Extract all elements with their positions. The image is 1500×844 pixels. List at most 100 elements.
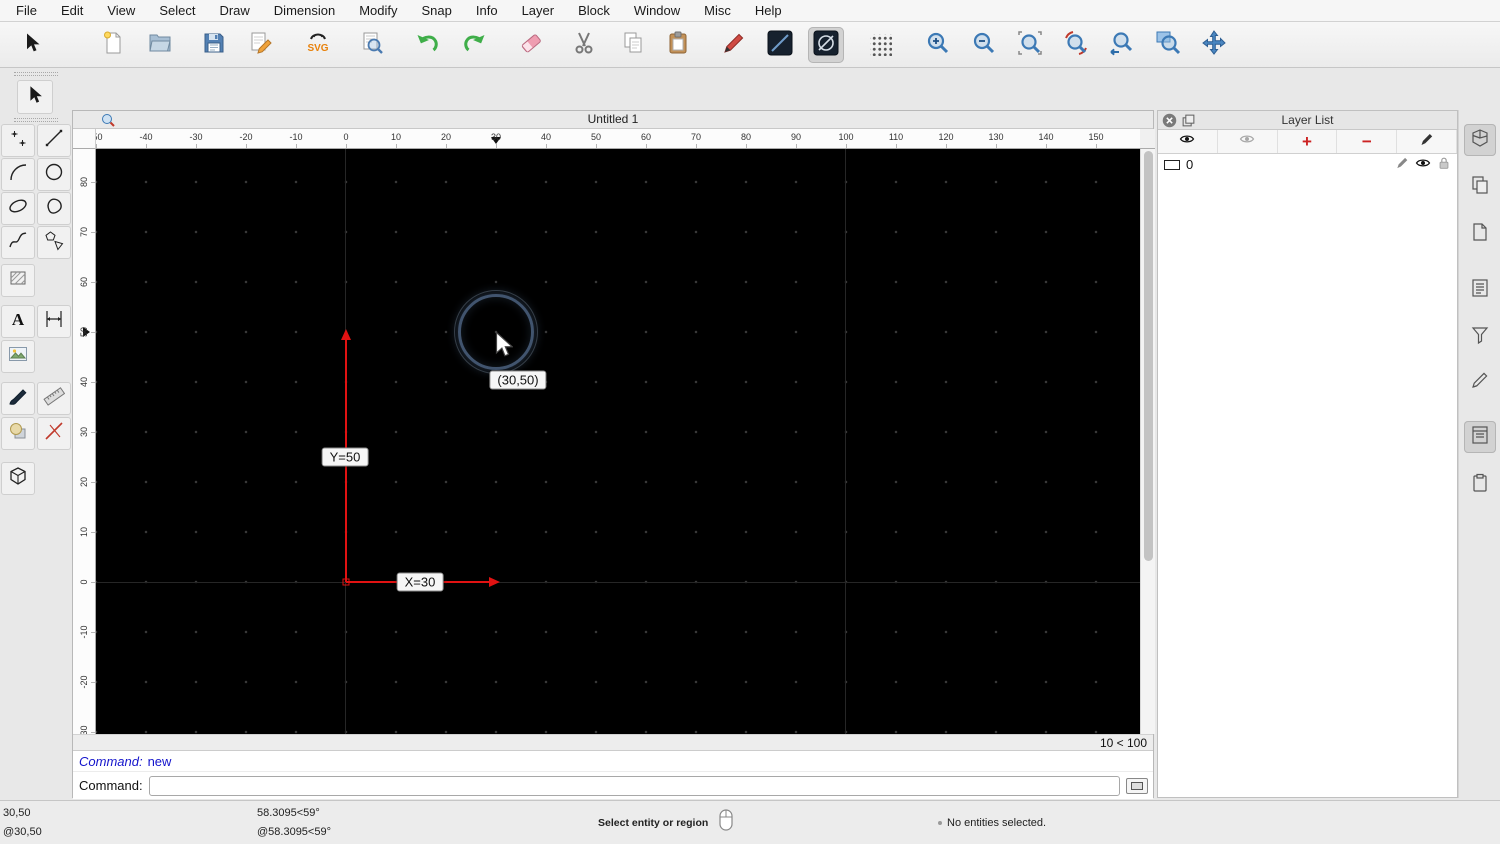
clipboard-panel-toggle[interactable]: [1464, 469, 1496, 501]
modify-layer-button[interactable]: [1397, 130, 1457, 153]
order-tool[interactable]: [1, 417, 35, 450]
layer-lock-icon[interactable]: [1437, 156, 1451, 173]
select-tool-button[interactable]: [14, 27, 50, 63]
menu-item-view[interactable]: View: [107, 0, 147, 21]
circle-tool-palette[interactable]: [37, 158, 71, 191]
polyline-icon: [7, 229, 29, 256]
palette-drag-handle[interactable]: [14, 118, 58, 122]
measure-tool[interactable]: [37, 382, 71, 415]
mouse-icon: [718, 808, 734, 835]
document-titlebar[interactable]: Untitled 1: [73, 111, 1153, 129]
spline-icon: [43, 195, 65, 222]
zoom-redraw-button[interactable]: [1058, 27, 1094, 63]
solid-box-tool[interactable]: [1, 462, 35, 495]
text-tool[interactable]: A: [1, 305, 35, 338]
library-browser-toggle[interactable]: [1464, 171, 1496, 203]
ellipse-tool[interactable]: [1, 192, 35, 225]
command-widget-toggle[interactable]: [1464, 421, 1496, 453]
undo-icon: [414, 29, 442, 62]
menu-item-edit[interactable]: Edit: [61, 0, 95, 21]
line-attributes-button[interactable]: [762, 27, 798, 63]
arc-tool[interactable]: [1, 158, 35, 191]
layer-visibility-eye-icon[interactable]: [1415, 155, 1431, 174]
pen-settings-icon: [1469, 369, 1491, 396]
image-tool[interactable]: [1, 340, 35, 373]
grid-toggle-button[interactable]: [863, 27, 899, 63]
dimension-tool[interactable]: [37, 305, 71, 338]
hatch-tool[interactable]: [1, 264, 35, 297]
layer-row[interactable]: 0: [1158, 154, 1457, 175]
zoom-out-button[interactable]: [966, 27, 1002, 63]
menu-item-misc[interactable]: Misc: [704, 0, 743, 21]
save-button[interactable]: [196, 27, 232, 63]
pen-palette-toggle[interactable]: [1464, 366, 1496, 398]
zoom-window-button[interactable]: [1150, 27, 1186, 63]
line-tool[interactable]: [37, 124, 71, 157]
pen-button[interactable]: [716, 27, 752, 63]
vertical-scrollbar-thumb[interactable]: [1144, 151, 1153, 561]
horizontal-scrollbar[interactable]: 10 < 100: [73, 734, 1153, 750]
attributes-brush-tool[interactable]: [1, 382, 35, 415]
grid-icon: [870, 34, 892, 56]
palette-select-button[interactable]: [17, 80, 53, 114]
palette-drag-handle[interactable]: [14, 72, 58, 76]
menu-item-dimension[interactable]: Dimension: [274, 0, 347, 21]
eye-icon: [1179, 131, 1195, 152]
menu-item-help[interactable]: Help: [755, 0, 794, 21]
polyline-tool[interactable]: [1, 226, 35, 259]
open-button[interactable]: [142, 27, 178, 63]
block-list-toggle[interactable]: [1464, 124, 1496, 156]
document-window: Untitled 1 -50 -40 -30 -20 -10 0 10 20 30 40 50 60 7…: [72, 110, 1155, 799]
construction-line-tool[interactable]: [37, 417, 71, 450]
pan-button[interactable]: [1196, 27, 1232, 63]
show-all-layers-button[interactable]: [1158, 130, 1218, 153]
points-icon: [7, 127, 29, 154]
remove-layer-button[interactable]: −: [1337, 130, 1398, 153]
cut-button[interactable]: [566, 27, 602, 63]
menu-item-modify[interactable]: Modify: [359, 0, 409, 21]
menu-item-layer[interactable]: Layer: [522, 0, 567, 21]
save-as-button[interactable]: [243, 27, 279, 63]
undo-button[interactable]: [410, 27, 446, 63]
brush-icon: [7, 385, 29, 412]
librecad-window: File Edit View Select Draw Dimension Mod…: [0, 0, 1500, 844]
menu-item-file[interactable]: File: [16, 0, 49, 21]
add-layer-button[interactable]: +: [1278, 130, 1338, 153]
text-icon: A: [7, 308, 29, 335]
layer-edit-pen-icon[interactable]: [1395, 156, 1409, 173]
zoom-in-icon: [924, 29, 952, 62]
selection-filter-toggle[interactable]: [1464, 321, 1496, 353]
polygon-tool[interactable]: [37, 226, 71, 259]
copy-button[interactable]: [615, 27, 651, 63]
paste-button[interactable]: [661, 27, 697, 63]
zoom-previous-button[interactable]: [1104, 27, 1140, 63]
command-toggle-button[interactable]: [1126, 777, 1148, 794]
command-input[interactable]: [148, 775, 1120, 796]
new-document-button[interactable]: [95, 27, 131, 63]
export-svg-button[interactable]: SVG: [300, 27, 336, 63]
menu-item-snap[interactable]: Snap: [422, 0, 464, 21]
menu-item-block[interactable]: Block: [578, 0, 622, 21]
zoom-auto-button[interactable]: [1012, 27, 1048, 63]
spline-tool[interactable]: [37, 192, 71, 225]
redo-button[interactable]: [456, 27, 492, 63]
circle-tool-button[interactable]: [808, 27, 844, 63]
h-ruler-label: 10: [390, 132, 402, 142]
points-tool[interactable]: [1, 124, 35, 157]
coordinate-relative: @30,50: [3, 826, 42, 838]
zoom-in-button[interactable]: [920, 27, 956, 63]
print-preview-button[interactable]: [354, 27, 390, 63]
sheet-icon: [1469, 221, 1491, 248]
sheet-panel-toggle[interactable]: [1464, 218, 1496, 250]
layer-color-swatch[interactable]: [1164, 159, 1180, 170]
menu-item-window[interactable]: Window: [634, 0, 692, 21]
menu-item-select[interactable]: Select: [159, 0, 207, 21]
entity-list-toggle[interactable]: [1464, 274, 1496, 306]
menu-item-draw[interactable]: Draw: [219, 0, 261, 21]
pointer-icon: [24, 84, 46, 111]
hide-all-layers-button[interactable]: [1218, 130, 1278, 153]
vertical-scrollbar[interactable]: [1140, 149, 1155, 734]
eraser-button[interactable]: [513, 27, 549, 63]
drawing-canvas[interactable]: Y=50 X=30 (30,50): [96, 149, 1140, 734]
menu-item-info[interactable]: Info: [476, 0, 510, 21]
